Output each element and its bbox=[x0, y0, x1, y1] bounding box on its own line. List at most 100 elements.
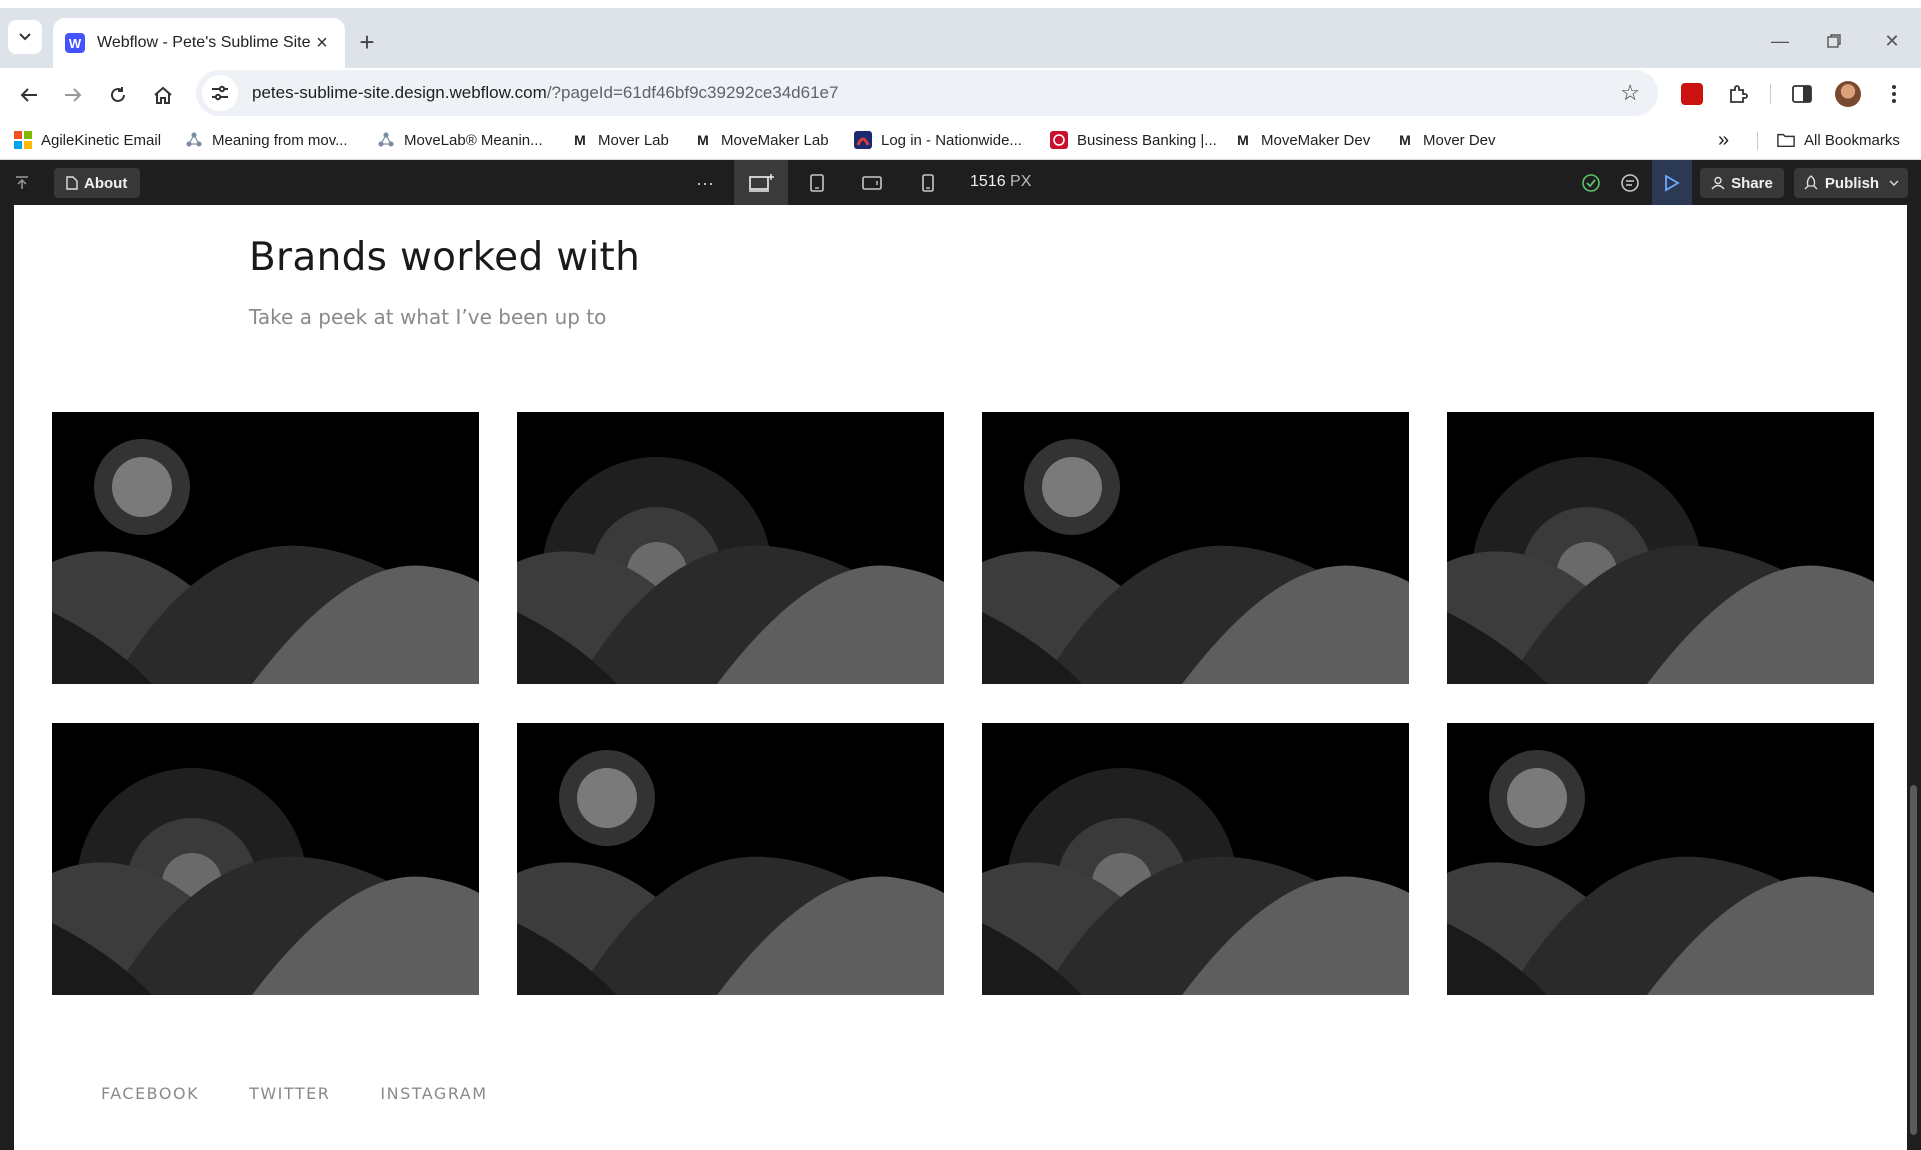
browser-tab-active[interactable]: W Webflow - Pete's Sublime Site × bbox=[53, 18, 345, 68]
bookmark-item[interactable]: AgileKinetic Email bbox=[14, 126, 161, 154]
acrobat-extension-icon[interactable] bbox=[1676, 78, 1708, 110]
brand-image-placeholder[interactable] bbox=[1447, 723, 1874, 995]
bookmark-label: Meaning from mov... bbox=[212, 131, 348, 149]
bookmark-item[interactable]: M Mover Dev bbox=[1396, 126, 1496, 154]
canvas-scrollbar[interactable] bbox=[1907, 205, 1921, 1150]
designer-canvas-frame: Brands worked with Take a peek at what I… bbox=[0, 205, 1921, 1150]
brand-image-placeholder[interactable] bbox=[517, 723, 944, 995]
all-bookmarks-label: All Bookmarks bbox=[1804, 131, 1900, 149]
page-selector-button[interactable]: About bbox=[54, 168, 140, 198]
bookmark-item[interactable]: Business Banking |... bbox=[1050, 126, 1217, 154]
nationwide-icon bbox=[854, 131, 872, 149]
restore-icon[interactable] bbox=[1816, 26, 1852, 56]
movelab-icon bbox=[185, 131, 203, 149]
bookmark-label: MoveMaker Lab bbox=[721, 131, 829, 149]
chevron-down-icon bbox=[1889, 180, 1899, 186]
bookmark-label: Mover Dev bbox=[1423, 131, 1496, 149]
image-placeholder-icon bbox=[1447, 412, 1874, 684]
site-info-icon[interactable] bbox=[202, 75, 238, 111]
brand-image-placeholder[interactable] bbox=[982, 412, 1409, 684]
image-placeholder-icon bbox=[52, 723, 479, 995]
rocket-icon bbox=[1804, 175, 1818, 190]
bookmark-star-icon[interactable]: ☆ bbox=[1620, 80, 1640, 106]
extensions-puzzle-icon[interactable] bbox=[1722, 78, 1754, 110]
brand-image-placeholder[interactable] bbox=[52, 412, 479, 684]
tab-close-icon[interactable]: × bbox=[311, 32, 333, 54]
back-icon[interactable] bbox=[12, 78, 46, 112]
m-icon: M bbox=[1237, 132, 1249, 148]
bookmark-item[interactable]: Log in - Nationwide... bbox=[854, 126, 1022, 154]
status-check-icon[interactable] bbox=[1576, 168, 1606, 198]
movelab-icon bbox=[377, 131, 395, 149]
forward-icon[interactable] bbox=[56, 78, 90, 112]
bookmark-item[interactable]: MoveLab® Meanin... bbox=[377, 126, 543, 154]
address-bar[interactable]: petes-sublime-site.design.webflow.com/?p… bbox=[196, 70, 1658, 116]
url-path: /?pageId=61df46bf9c39292ce34d61e7 bbox=[546, 83, 839, 102]
bookmark-item[interactable]: Meaning from mov... bbox=[185, 126, 348, 154]
bookmark-label: MoveLab® Meanin... bbox=[404, 131, 543, 149]
twitter-link[interactable]: TWITTER bbox=[249, 1084, 330, 1103]
share-label: Share bbox=[1731, 174, 1773, 192]
section-subheading[interactable]: Take a peek at what I’ve been up to bbox=[249, 305, 606, 329]
page-label: About bbox=[84, 174, 128, 192]
desktop-breakpoint-icon[interactable] bbox=[734, 160, 788, 205]
webflow-favicon-icon: W bbox=[65, 33, 85, 53]
minimize-icon[interactable]: — bbox=[1762, 26, 1798, 56]
bookmarks-overflow-icon[interactable]: » bbox=[1718, 126, 1729, 154]
m-icon: M bbox=[1399, 132, 1411, 148]
footer-social-links: FACEBOOK TWITTER INSTAGRAM bbox=[101, 1084, 488, 1103]
image-placeholder-icon bbox=[52, 412, 479, 684]
publish-button[interactable]: Publish bbox=[1794, 168, 1908, 198]
new-tab-button[interactable]: + bbox=[352, 27, 382, 57]
bookmark-label: MoveMaker Dev bbox=[1261, 131, 1371, 149]
profile-avatar[interactable] bbox=[1832, 78, 1864, 110]
bookmark-item[interactable]: M MoveMaker Lab bbox=[694, 126, 829, 154]
section-heading[interactable]: Brands worked with bbox=[249, 235, 640, 280]
tab-title: Webflow - Pete's Sublime Site bbox=[97, 34, 311, 51]
brand-image-placeholder[interactable] bbox=[52, 723, 479, 995]
user-icon bbox=[1711, 176, 1725, 190]
m-icon: M bbox=[697, 132, 709, 148]
brand-image-placeholder[interactable] bbox=[1447, 412, 1874, 684]
canvas-width-value: 1516 bbox=[970, 173, 1006, 190]
facebook-link[interactable]: FACEBOOK bbox=[101, 1084, 199, 1103]
comments-icon[interactable] bbox=[1615, 168, 1645, 198]
bookmark-label: Mover Lab bbox=[598, 131, 669, 149]
bookmark-label: AgileKinetic Email bbox=[41, 131, 162, 149]
m-icon: M bbox=[574, 132, 586, 148]
canvas-scrollbar-thumb[interactable] bbox=[1910, 785, 1917, 1135]
image-placeholder-icon bbox=[517, 723, 944, 995]
mobile-portrait-breakpoint-icon[interactable] bbox=[901, 160, 955, 205]
mobile-landscape-breakpoint-icon[interactable] bbox=[845, 160, 899, 205]
image-placeholder-icon bbox=[517, 412, 944, 684]
canvas-width-readout[interactable]: 1516 PX bbox=[970, 173, 1031, 191]
chevron-down-icon bbox=[19, 33, 31, 41]
bookmark-label: Log in - Nationwide... bbox=[881, 131, 1022, 149]
collapse-panel-icon[interactable] bbox=[10, 172, 34, 194]
image-placeholder-icon bbox=[1447, 723, 1874, 995]
brand-image-placeholder[interactable] bbox=[517, 412, 944, 684]
brand-image-placeholder[interactable] bbox=[982, 723, 1409, 995]
bookmarks-bar: AgileKinetic Email Meaning from mov... M… bbox=[0, 120, 1921, 160]
window-close-icon[interactable]: ✕ bbox=[1874, 26, 1910, 56]
image-placeholder-icon bbox=[982, 723, 1409, 995]
bookmark-item[interactable]: M MoveMaker Dev bbox=[1234, 126, 1370, 154]
bank-icon bbox=[1050, 131, 1068, 149]
side-panel-icon[interactable] bbox=[1786, 78, 1818, 110]
browser-tab-strip: W Webflow - Pete's Sublime Site × + — ✕ bbox=[0, 0, 1921, 68]
page-icon bbox=[66, 176, 78, 190]
instagram-link[interactable]: INSTAGRAM bbox=[380, 1084, 487, 1103]
preview-play-icon[interactable] bbox=[1652, 160, 1692, 205]
page-canvas[interactable]: Brands worked with Take a peek at what I… bbox=[14, 205, 1907, 1150]
tablet-breakpoint-icon[interactable] bbox=[790, 160, 844, 205]
share-button[interactable]: Share bbox=[1700, 168, 1784, 198]
browser-menu-icon[interactable] bbox=[1878, 78, 1910, 110]
more-options-icon[interactable]: ··· bbox=[690, 168, 720, 198]
bookmark-item[interactable]: M Mover Lab bbox=[571, 126, 669, 154]
browser-toolbar: petes-sublime-site.design.webflow.com/?p… bbox=[0, 68, 1921, 120]
home-icon[interactable] bbox=[146, 78, 180, 112]
bookmarks-divider bbox=[1757, 132, 1758, 150]
all-bookmarks-button[interactable]: All Bookmarks bbox=[1777, 126, 1900, 154]
tab-search-button[interactable] bbox=[8, 20, 42, 54]
reload-icon[interactable] bbox=[101, 78, 135, 112]
